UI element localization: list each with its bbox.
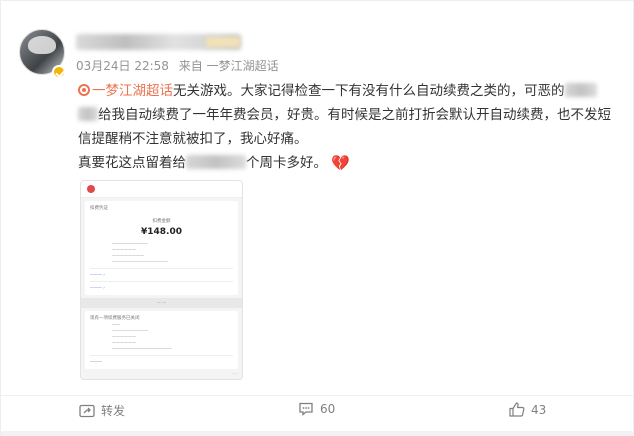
action-bar: 转发 60 43	[1, 397, 634, 425]
supertopic-icon	[78, 84, 90, 96]
repost-icon	[79, 404, 95, 417]
topic-link[interactable]: 一梦江湖超话	[78, 83, 173, 99]
post-text: 一梦江湖超话无关游戏。大家记得检查一下有没有什么自动续费之类的，可恶的 给我自动…	[78, 79, 613, 175]
thumbs-up-icon	[509, 402, 525, 417]
image-watermark: ·····	[231, 371, 238, 376]
post-image-receipt[interactable]: 扣费凭证 扣费金额 ¥148.00 ————————— —————— —————…	[80, 180, 243, 380]
comment-button[interactable]: 60	[298, 402, 335, 416]
post-time[interactable]: 03月24日 22:58	[76, 59, 169, 73]
post-text-part-2: 给我自动续费了一年年费会员，好贵。有时候是之前打折会默认开自动续费，也不发短信提…	[78, 107, 611, 147]
card-bottom-gap	[1, 431, 634, 436]
receipt-section2-title: 现有一项续费服务已关闭	[90, 316, 140, 321]
receipt-divider: — —	[81, 298, 242, 308]
receipt-amount: ¥148.00	[141, 227, 182, 237]
post-source[interactable]: 来自 一梦江湖超话	[179, 59, 279, 73]
redacted-text	[78, 107, 98, 121]
user-badge-blurred	[206, 37, 240, 47]
receipt-amount-label: 扣费金额	[152, 219, 171, 224]
receipt-header	[81, 181, 242, 198]
receipt-link-row: ——— ›	[90, 272, 105, 277]
comment-count: 60	[320, 402, 336, 416]
repost-button[interactable]: 转发	[79, 402, 125, 419]
verified-badge-icon	[52, 65, 66, 79]
comment-icon	[299, 402, 313, 416]
post-text-part-3b: 个周卡多好。	[246, 155, 327, 171]
post-text-part-3a: 真要花这点留着给	[78, 155, 186, 171]
weibo-post-card: 03月24日 22:58 来自 一梦江湖超话 一梦江湖超话无关游戏。大家记得检查…	[0, 0, 634, 436]
like-count: 43	[531, 402, 547, 417]
action-divider	[1, 395, 634, 396]
like-button[interactable]: 43	[509, 402, 546, 417]
redacted-text	[186, 155, 246, 169]
post-text-part-1: 无关游戏。大家记得检查一下有没有什么自动续费之类的，可恶的	[173, 83, 565, 99]
app-logo-icon	[87, 185, 95, 193]
receipt-link-row: ———	[90, 359, 102, 364]
receipt-section-label: 扣费凭证	[90, 206, 108, 211]
receipt-link-row: ——— ›	[90, 285, 105, 290]
redacted-text	[564, 83, 597, 97]
broken-heart-icon: 💔	[331, 154, 350, 172]
receipt-section-renewal: 现有一项续费服务已关闭 —— ————————— —————— —————— —…	[85, 311, 238, 369]
post-meta: 03月24日 22:58 来自 一梦江湖超话	[76, 57, 285, 74]
repost-label: 转发	[101, 404, 126, 418]
receipt-section-main: 扣费凭证 扣费金额 ¥148.00 ————————— —————— —————…	[85, 201, 238, 295]
